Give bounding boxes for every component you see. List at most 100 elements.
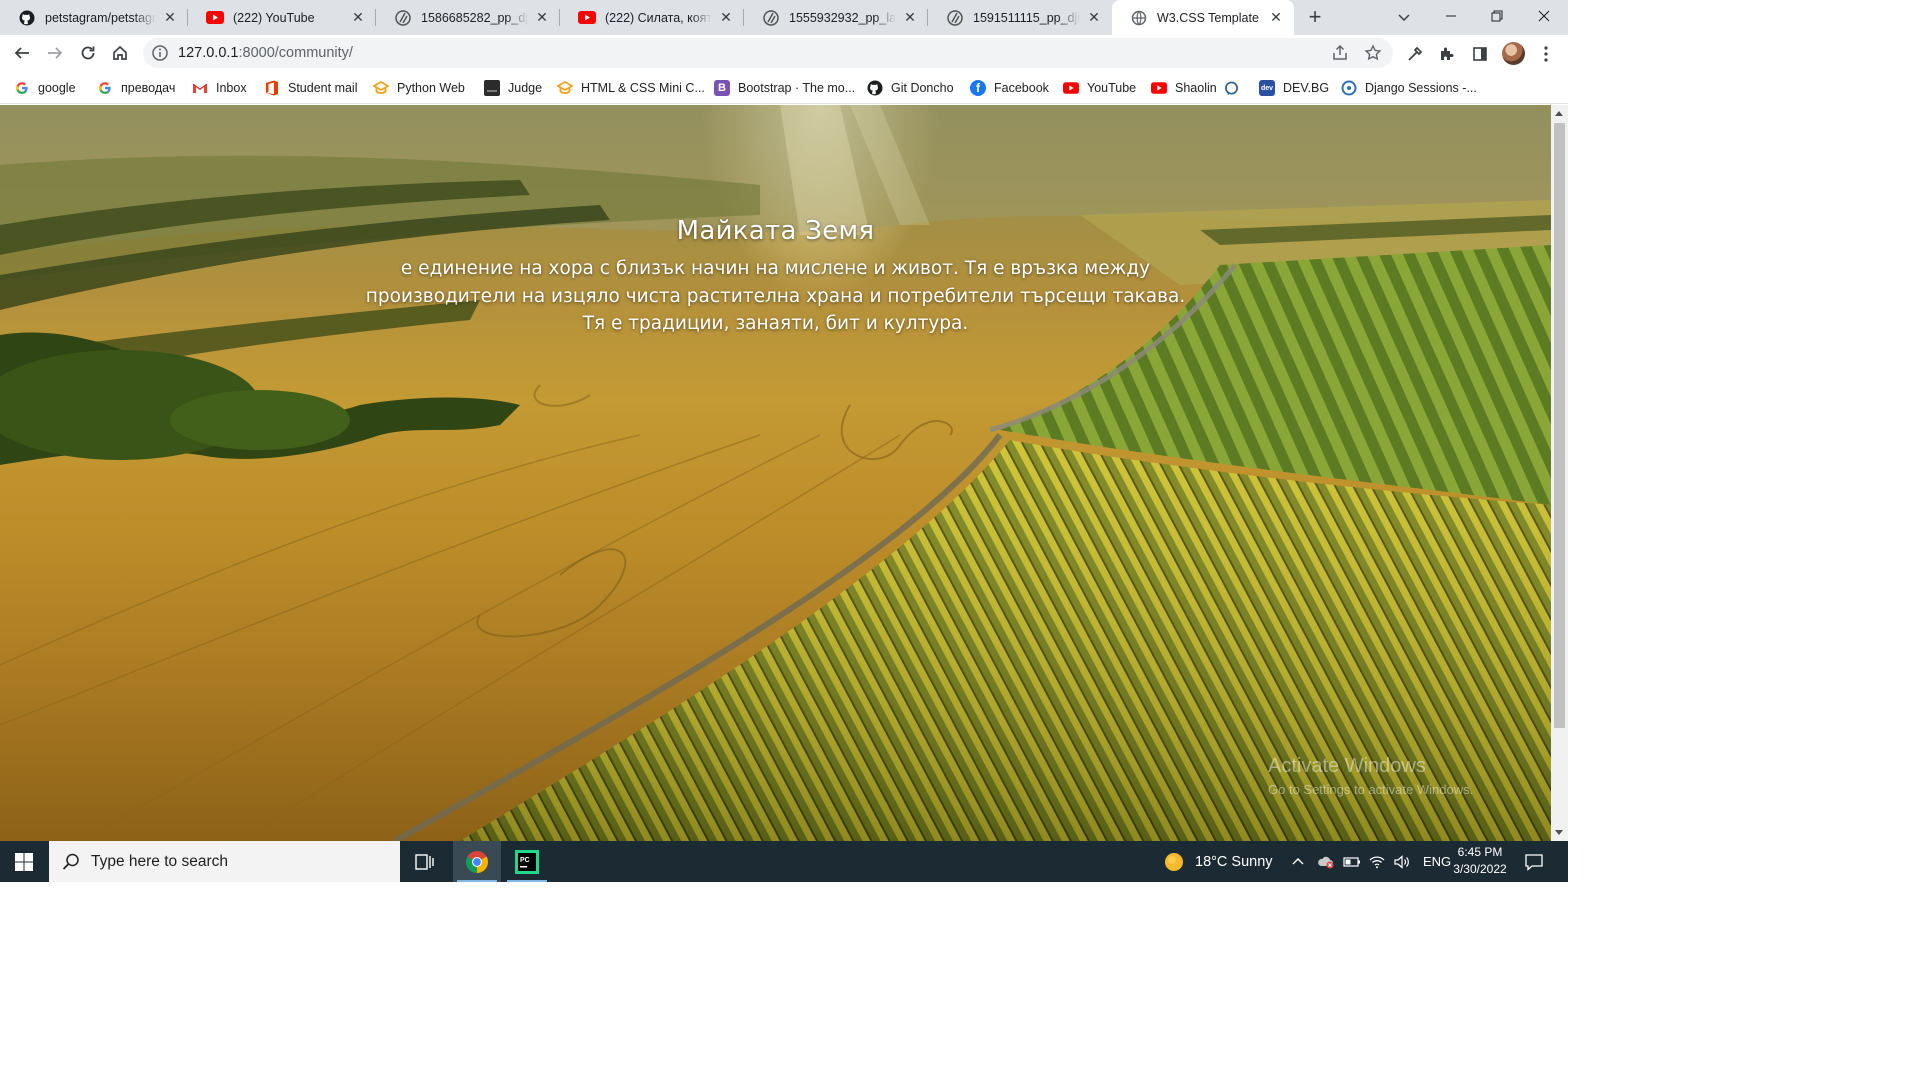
office-icon bbox=[264, 80, 280, 96]
bookmark-html-css[interactable]: HTML & CSS Mini C... bbox=[557, 78, 705, 98]
bookmark-student-mail[interactable]: Student mail bbox=[264, 78, 357, 98]
bookmark-prevodach[interactable]: преводач bbox=[97, 78, 175, 98]
windows-logo-icon bbox=[15, 852, 33, 871]
close-icon[interactable]: ✕ bbox=[162, 9, 178, 26]
django-icon bbox=[1341, 80, 1357, 96]
bookmark-chat[interactable] bbox=[1223, 78, 1239, 98]
watermark-title: Activate Windows bbox=[1268, 755, 1426, 777]
share-icon[interactable] bbox=[1330, 43, 1350, 63]
close-icon[interactable]: ✕ bbox=[902, 9, 918, 26]
bookmark-label: Shaolin bbox=[1175, 81, 1217, 95]
hero-title: Майката Земя bbox=[676, 216, 875, 246]
bookmark-label: Facebook bbox=[994, 81, 1049, 95]
info-icon[interactable] bbox=[151, 44, 169, 62]
task-view-button[interactable] bbox=[400, 841, 448, 882]
bookmark-youtube[interactable]: YouTube bbox=[1063, 78, 1136, 98]
bookmark-label: Python Web bbox=[397, 81, 465, 95]
youtube-icon bbox=[578, 9, 596, 27]
weather-text: 18°C Sunny bbox=[1195, 853, 1273, 870]
bookmark-label: DEV.BG bbox=[1283, 81, 1330, 95]
bookmark-git-doncho[interactable]: Git Doncho bbox=[867, 78, 954, 98]
taskbar-chrome[interactable] bbox=[453, 841, 501, 882]
bookmark-label: Bootstrap · The mo... bbox=[738, 81, 856, 95]
bookmark-star-icon[interactable] bbox=[1363, 43, 1383, 63]
clock-time: 6:45 PM bbox=[1457, 845, 1503, 859]
bookmark-judge[interactable]: Judge bbox=[484, 78, 542, 98]
url-host: 127.0.0.1 bbox=[178, 45, 239, 61]
taskbar-search-box[interactable]: Type here to search bbox=[49, 841, 400, 882]
reload-button[interactable] bbox=[73, 38, 103, 68]
tab-image-3[interactable]: 1591511115_pp_dji_0 ✕ bbox=[928, 0, 1112, 35]
tab-w3css-template[interactable]: W3.CSS Template ✕ bbox=[1112, 0, 1294, 35]
close-icon[interactable]: ✕ bbox=[1086, 9, 1102, 26]
tab-youtube[interactable]: (222) YouTube ✕ bbox=[188, 0, 376, 35]
side-panel-icon[interactable] bbox=[1469, 43, 1491, 65]
close-window-button[interactable] bbox=[1520, 0, 1568, 32]
chat-icon bbox=[1223, 80, 1239, 96]
forward-button[interactable] bbox=[40, 38, 70, 68]
sun-icon bbox=[1165, 852, 1183, 871]
tab-petstagram[interactable]: petstagram/petstagram ✕ bbox=[0, 0, 188, 35]
bookmark-django-sessions[interactable]: Django Sessions -... bbox=[1341, 78, 1477, 98]
battery-icon[interactable] bbox=[1343, 856, 1361, 868]
google-icon bbox=[97, 80, 113, 96]
clock-date: 3/30/2022 bbox=[1453, 862, 1507, 876]
close-icon[interactable]: ✕ bbox=[534, 9, 550, 26]
bookmark-label: Django Sessions -... bbox=[1365, 81, 1477, 95]
chevron-down-icon[interactable] bbox=[1394, 7, 1414, 27]
bookmark-facebook[interactable]: f Facebook bbox=[970, 78, 1049, 98]
notification-center-button[interactable] bbox=[1524, 841, 1544, 882]
close-icon[interactable]: ✕ bbox=[1268, 9, 1284, 26]
softuni-icon bbox=[373, 80, 389, 96]
youtube-icon bbox=[206, 9, 224, 27]
github-icon bbox=[867, 80, 883, 96]
taskbar-pycharm[interactable]: PC bbox=[503, 841, 551, 882]
home-button[interactable] bbox=[105, 38, 135, 68]
scroll-down-arrow-icon[interactable] bbox=[1555, 830, 1563, 835]
extensions-icon[interactable] bbox=[1436, 43, 1458, 65]
minimize-button[interactable] bbox=[1428, 0, 1474, 32]
devbg-icon: dev bbox=[1259, 80, 1275, 96]
hero-description: е единение на хора с близък начин на мис… bbox=[365, 258, 1186, 334]
browser-toolbar: 127.0.0.1:8000/community/ bbox=[0, 35, 1568, 72]
tab-strip: petstagram/petstagram ✕ (222) YouTube ✕ … bbox=[0, 0, 1568, 35]
judge-icon bbox=[484, 80, 500, 96]
back-button[interactable] bbox=[7, 38, 37, 68]
bookmark-inbox[interactable]: Inbox bbox=[192, 78, 247, 98]
image-file-icon bbox=[946, 9, 964, 27]
url-text: 127.0.0.1:8000/community/ bbox=[178, 45, 353, 61]
volume-icon[interactable] bbox=[1393, 854, 1411, 869]
youtube-icon bbox=[1063, 80, 1079, 96]
bookmark-bootstrap[interactable]: B Bootstrap · The mo... bbox=[714, 78, 855, 98]
bookmark-google[interactable]: google bbox=[14, 78, 76, 98]
bookmark-label: HTML & CSS Mini C... bbox=[581, 81, 705, 95]
close-icon[interactable]: ✕ bbox=[718, 9, 734, 26]
profile-avatar[interactable] bbox=[1502, 42, 1525, 65]
eyedropper-icon[interactable] bbox=[1404, 43, 1426, 65]
youtube-icon bbox=[1151, 80, 1167, 96]
kebab-menu-icon[interactable] bbox=[1535, 43, 1557, 65]
tab-image-2[interactable]: 1555932932_pp_land ✕ bbox=[744, 0, 928, 35]
close-icon[interactable]: ✕ bbox=[350, 9, 366, 26]
windows-start-button[interactable] bbox=[0, 841, 48, 882]
weather-widget[interactable]: 18°C Sunny bbox=[1163, 841, 1273, 882]
bookmark-python-web[interactable]: Python Web bbox=[373, 78, 465, 98]
gmail-icon bbox=[192, 80, 208, 96]
scroll-up-arrow-icon[interactable] bbox=[1555, 111, 1563, 116]
address-bar[interactable]: 127.0.0.1:8000/community/ bbox=[143, 38, 1393, 68]
restore-button[interactable] bbox=[1474, 0, 1520, 32]
chrome-icon bbox=[466, 850, 488, 873]
chevron-up-icon[interactable] bbox=[1291, 855, 1307, 869]
image-file-icon bbox=[762, 9, 780, 27]
tab-youtube-silata[interactable]: (222) Силата, която п ✕ bbox=[560, 0, 744, 35]
new-tab-button[interactable]: + bbox=[1303, 6, 1327, 30]
wifi-icon[interactable] bbox=[1368, 855, 1386, 869]
taskbar-clock[interactable]: 6:45 PM 3/30/2022 bbox=[1440, 844, 1520, 878]
tab-image-1[interactable]: 1586685282_pp_dji_0 ✕ bbox=[376, 0, 560, 35]
bookmark-shaolin[interactable]: Shaolin bbox=[1151, 78, 1217, 98]
onedrive-error-icon[interactable] bbox=[1317, 855, 1335, 869]
bookmark-devbg[interactable]: dev DEV.BG bbox=[1259, 78, 1329, 98]
tab-title: 1591511115_pp_dji_0 bbox=[973, 10, 1080, 25]
page-scrollbar[interactable] bbox=[1551, 105, 1568, 841]
scrollbar-thumb[interactable] bbox=[1554, 123, 1565, 728]
